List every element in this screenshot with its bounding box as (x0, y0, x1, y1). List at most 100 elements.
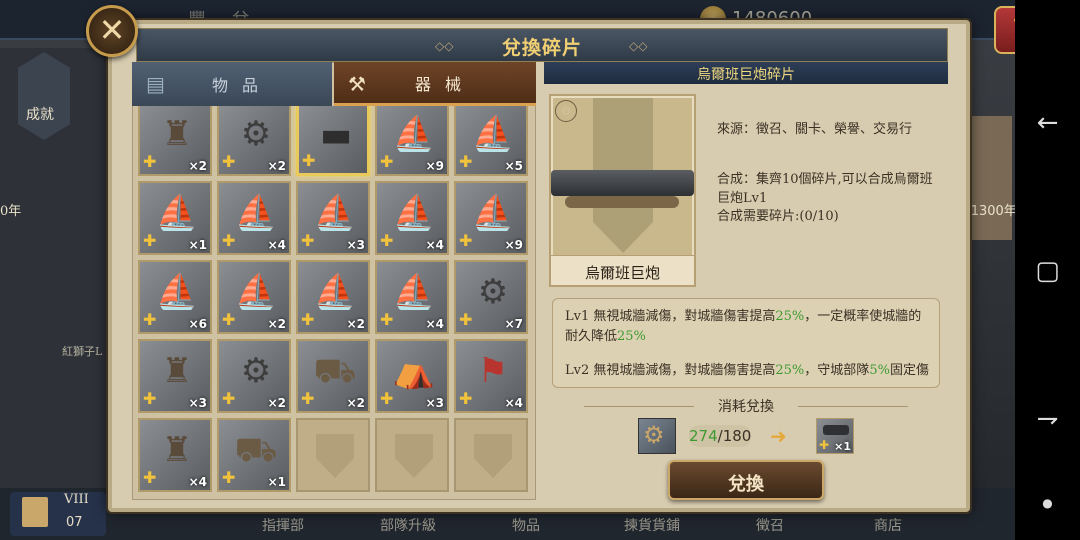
compose-text: 合成：集齊10個碎片,可以合成烏爾班巨炮Lv1 (717, 172, 933, 206)
galley-ship-icon (391, 112, 437, 156)
puzzle-icon: ✚ (459, 389, 473, 408)
mini-cannon (823, 425, 849, 435)
lion-label: 紅獅子L (62, 345, 103, 358)
result-count: ×1 (834, 440, 851, 453)
man-of-war-icon (233, 270, 279, 314)
tab-items[interactable]: ▤ 物品 (132, 62, 332, 106)
switch-icon[interactable]: ⇁ (1015, 404, 1080, 434)
save-icon (22, 497, 48, 527)
fragment-cell-spike-barricade[interactable]: ✚ ×7 (454, 260, 528, 334)
tab-machinery[interactable]: ⚒ 器械 (334, 62, 536, 106)
nav-store[interactable]: 商店 (874, 515, 902, 535)
nav-upgrade[interactable]: 部隊升級 (380, 515, 436, 535)
effects-box[interactable]: Lv1 無視城牆減傷，對城牆傷害提高25%，一定概率使城牆的耐久降低25% Lv… (552, 298, 940, 388)
puzzle-icon: ✚ (459, 310, 473, 329)
nav-recruit[interactable]: 徵召 (756, 515, 784, 535)
fragment-count: ×1 (188, 238, 207, 252)
ornament-icon: ◇◇ (629, 39, 648, 53)
fragment-cell-junk-ship[interactable]: ✚ ×4 (375, 260, 449, 334)
junk-ship-icon (391, 270, 437, 314)
puzzle-icon: ✚ (380, 231, 394, 250)
catapult-icon (154, 428, 200, 472)
great-cannon-image (551, 170, 694, 196)
effect-lv2-value2: 5% (869, 363, 890, 378)
fragment-cell-war-cart[interactable]: ✚ ×1 (217, 418, 291, 492)
nav-command[interactable]: 指揮部 (262, 515, 304, 535)
required-fragments-text: 合成需要碎片:(0/10) (717, 209, 839, 224)
fragment-count: ×2 (346, 396, 365, 410)
preview-name-bar: 烏爾班巨炮 (551, 255, 694, 285)
fragment-cell-galleon-ship[interactable]: ✚ ×9 (454, 181, 528, 255)
fragment-grid: ✚ ×2 ✚ ×2 ✚ ✚ ×9 ✚ ×5 ✚ ×1 ✚ ×4 ✚ ×3 ✚ ×4 ✚ ×9 ✚ ×6 ✚ ×2 ✚ ×2 ✚ ×4… (138, 106, 532, 494)
spike-barricade-icon (470, 270, 516, 314)
puzzle-icon: ✚ (143, 310, 157, 329)
nav-shop-goods[interactable]: 揀貨貨鋪 (624, 515, 680, 535)
fragment-count: ×1 (267, 475, 286, 489)
fragment-count: ×2 (267, 159, 286, 173)
fragment-cell-war-tent[interactable]: ✚ ×3 (375, 339, 449, 413)
fragment-cell-galley-ship[interactable]: ✚ ×9 (375, 106, 449, 176)
puzzle-icon: ✚ (143, 468, 157, 487)
fragment-cell-mantlet[interactable]: ✚ ×3 (138, 339, 212, 413)
cost-have: 274 (689, 427, 718, 445)
puzzle-icon: ✚ (222, 231, 236, 250)
fragment-cell-caltrops[interactable]: ✚ ×2 (217, 339, 291, 413)
cannon-type-icon: ⚙ (555, 100, 577, 122)
puzzle-icon: ✚ (143, 152, 157, 171)
fragment-count: ×4 (188, 475, 207, 489)
fragment-cell-small-sailboat[interactable]: ✚ ×1 (138, 181, 212, 255)
detail-title: 烏爾班巨炮碎片 (697, 67, 795, 83)
puzzle-icon: ✚ (819, 438, 830, 452)
fragment-cell-banner-cart[interactable]: ✚ ×4 (454, 339, 528, 413)
fragment-count: ×2 (346, 317, 365, 331)
exchange-button[interactable]: 兌換 (668, 460, 824, 500)
right-era-card[interactable] (968, 116, 1012, 240)
achievement-label: 成就 (26, 107, 54, 123)
source-text: 來源：徵召、關卡、榮譽、交易行 (717, 122, 913, 137)
effect-lv2: Lv2 無視城牆減傷，對城牆傷害提高25%，守城部隊5%固定傷 (565, 361, 931, 381)
fragment-cell-man-of-war[interactable]: ✚ ×2 (217, 260, 291, 334)
home-dot-icon[interactable]: ● (1015, 496, 1080, 510)
back-icon[interactable]: ← (1015, 108, 1080, 138)
fragment-count: ×6 (188, 317, 207, 331)
carrack-ship-icon (391, 191, 437, 235)
fragment-count: ×9 (425, 159, 444, 173)
fragment-cell-catapult[interactable]: ✚ ×4 (138, 418, 212, 492)
fragment-count: ×2 (267, 317, 286, 331)
shield-icon (474, 434, 512, 478)
fragment-cell-dhow-ship[interactable]: ✚ ×3 (296, 181, 370, 255)
puzzle-icon: ✚ (143, 231, 157, 250)
achievement-badge-icon[interactable] (18, 52, 70, 140)
close-button[interactable]: ✕ (86, 5, 138, 57)
fragment-cell-cog-ship[interactable]: ✚ ×4 (217, 181, 291, 255)
fragment-cell-longship[interactable]: ✚ ×2 (296, 260, 370, 334)
arrow-right-icon: ➜ (770, 424, 787, 448)
fragment-cell-carrack-ship[interactable]: ✚ ×4 (375, 181, 449, 255)
recents-icon[interactable]: ▢ (1015, 256, 1080, 286)
effect-lv2-value: 25% (775, 363, 805, 378)
fragment-cell-covered-wagon[interactable]: ✚ ×2 (296, 339, 370, 413)
fragment-cell-great-cannon[interactable]: ✚ (296, 106, 370, 176)
puzzle-icon: ✚ (459, 152, 473, 171)
effect-lv2-text2: ，守城部隊 (804, 363, 870, 378)
tab-items-label: 物品 (211, 76, 272, 95)
fragment-cell-siege-tower[interactable]: ✚ ×2 (138, 106, 212, 176)
effect-lv2-text3: 固定傷 (889, 363, 929, 378)
puzzle-icon: ✚ (380, 152, 394, 171)
field-cannon-icon (233, 112, 279, 156)
save-number: 07 (66, 515, 83, 530)
dhow-ship-icon (312, 191, 358, 235)
puzzle-icon: ✚ (380, 310, 394, 329)
left-era-label: 0年 (0, 204, 22, 219)
fragment-cell-caravel-ship[interactable]: ✚ ×6 (138, 260, 212, 334)
covered-wagon-icon (312, 349, 358, 393)
effect-lv1: Lv1 無視城牆減傷，對城牆傷害提高25%，一定概率使城牆的耐久降低25% (565, 307, 931, 347)
war-tent-icon (391, 349, 437, 393)
divider (798, 406, 908, 407)
nav-items[interactable]: 物品 (512, 515, 540, 535)
fragment-cell-field-cannon[interactable]: ✚ ×2 (217, 106, 291, 176)
banner-cart-icon (470, 349, 516, 393)
title-bar: ◇◇ 兌換碎片 ◇◇ (136, 28, 948, 62)
exchange-button-label: 兌換 (728, 474, 764, 495)
fragment-cell-sail-ship[interactable]: ✚ ×5 (454, 106, 528, 176)
